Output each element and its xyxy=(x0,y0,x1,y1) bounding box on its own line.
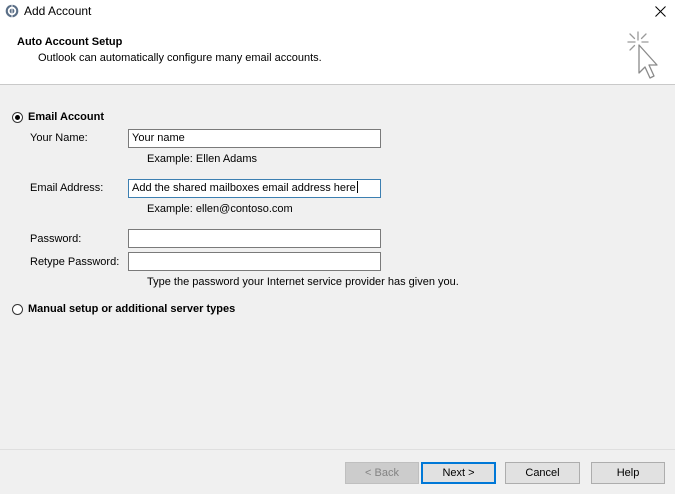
cancel-button[interactable]: Cancel xyxy=(505,462,580,484)
outlook-icon xyxy=(5,4,19,18)
window-title: Add Account xyxy=(24,4,92,18)
close-button[interactable] xyxy=(645,0,675,22)
password-field[interactable] xyxy=(128,229,381,248)
cursor-click-icon xyxy=(627,31,658,79)
close-icon xyxy=(654,5,666,17)
back-button[interactable]: < Back xyxy=(345,462,419,484)
email-address-field[interactable]: Add the shared mailboxes email address h… xyxy=(128,179,381,198)
email-account-label[interactable]: Email Account xyxy=(28,111,104,123)
retype-password-field[interactable] xyxy=(128,252,381,271)
manual-setup-label[interactable]: Manual setup or additional server types xyxy=(28,303,235,315)
title-bar: Add Account xyxy=(0,0,675,22)
email-address-label: Email Address: xyxy=(30,182,104,194)
email-account-radio[interactable] xyxy=(12,112,23,123)
text-caret xyxy=(356,181,358,193)
footer-divider xyxy=(0,449,675,450)
help-button[interactable]: Help xyxy=(591,462,665,484)
name-example: Example: Ellen Adams xyxy=(147,153,258,165)
password-label: Password: xyxy=(30,233,82,245)
your-name-label: Your Name: xyxy=(30,132,88,144)
email-address-value: Add the shared mailboxes email address h… xyxy=(132,182,356,194)
email-example: Example: ellen@contoso.com xyxy=(147,203,293,215)
header-subtitle: Outlook can automatically configure many… xyxy=(38,52,322,64)
manual-setup-radio[interactable] xyxy=(12,304,23,315)
your-name-field[interactable]: Your name xyxy=(128,129,381,148)
header-title: Auto Account Setup xyxy=(17,36,123,48)
retype-password-label: Retype Password: xyxy=(30,256,120,268)
header-panel: Auto Account Setup Outlook can automatic… xyxy=(0,22,675,85)
your-name-value: Your name xyxy=(132,132,185,144)
password-hint: Type the password your Internet service … xyxy=(147,276,459,288)
next-button[interactable]: Next > xyxy=(421,462,496,484)
